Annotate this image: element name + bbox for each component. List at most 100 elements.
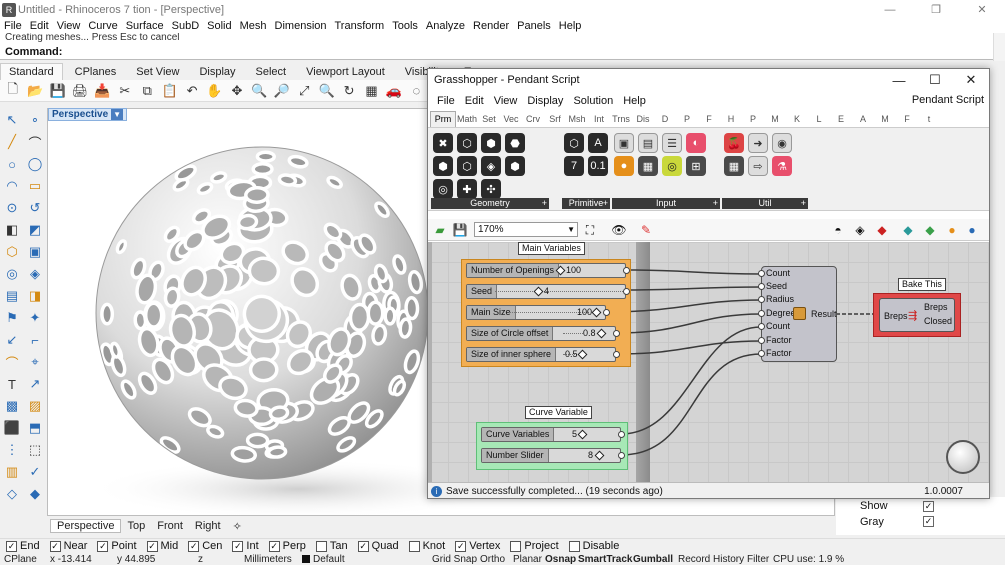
- osnap-near[interactable]: ✓ Near: [49, 540, 87, 552]
- osnap-checkbox[interactable]: ✓: [188, 540, 200, 552]
- component-icon[interactable]: ✣: [481, 179, 501, 199]
- menu-view[interactable]: View: [53, 20, 85, 32]
- left-tool-icon[interactable]: ⌒: [2, 352, 22, 372]
- left-tool-icon[interactable]: ⊙: [2, 198, 22, 218]
- left-tool-icon[interactable]: ⋮: [2, 440, 22, 460]
- input-pin[interactable]: [758, 323, 765, 330]
- menu-analyze[interactable]: Analyze: [422, 20, 469, 32]
- osnap-disable[interactable]: Disable: [568, 540, 619, 552]
- component-icon[interactable]: ◐: [686, 133, 706, 153]
- left-tool-icon[interactable]: ▨: [25, 396, 45, 416]
- script-component[interactable]: Count Seed Radius Degree Count Factor Fa…: [758, 266, 837, 362]
- gh-minimize-button[interactable]: —: [881, 69, 917, 91]
- left-tool-icon[interactable]: ⌐: [25, 330, 45, 350]
- left-tool-icon[interactable]: ⌒: [25, 132, 45, 152]
- gh-ribbon-tab[interactable]: Vec: [500, 114, 522, 124]
- toolbar-tab-viewport-layout[interactable]: Viewport Layout: [298, 64, 393, 80]
- left-tool-icon[interactable]: ▣: [25, 242, 45, 262]
- gh-ribbon-tab[interactable]: Prm: [430, 111, 456, 127]
- left-tool-icon[interactable]: ⌖: [25, 352, 45, 372]
- osnap-checkbox[interactable]: ✓: [232, 540, 244, 552]
- open-file-icon[interactable]: ▰: [432, 222, 448, 238]
- menu-curve[interactable]: Curve: [84, 20, 121, 32]
- menu-dimension[interactable]: Dimension: [271, 20, 331, 32]
- toolbar-tab-cplanes[interactable]: CPlanes: [67, 64, 125, 80]
- menu-tools[interactable]: Tools: [388, 20, 422, 32]
- preview-eye-icon[interactable]: 👁: [611, 222, 627, 238]
- status-ortho[interactable]: Ortho: [480, 554, 505, 565]
- viewport-tab-0[interactable]: Perspective: [50, 519, 122, 533]
- left-tool-icon[interactable]: ○: [2, 154, 22, 174]
- left-tool-icon[interactable]: ◎: [2, 264, 22, 284]
- slider-number-slider[interactable]: Number Slider 8: [481, 448, 625, 463]
- viewport-tab-4[interactable]: ✧: [227, 520, 248, 533]
- gh-ribbon-tab[interactable]: D: [654, 114, 676, 124]
- preview-shaded-icon[interactable]: ◈: [852, 222, 868, 238]
- toolbar-icon[interactable]: 📥: [94, 82, 111, 100]
- status-planar[interactable]: Planar: [513, 554, 542, 565]
- component-icon[interactable]: 🍒: [724, 133, 744, 153]
- component-icon[interactable]: ⬡: [457, 156, 477, 176]
- component-icon[interactable]: ◉: [772, 133, 792, 153]
- left-tool-icon[interactable]: ▩: [2, 396, 22, 416]
- left-tool-icon[interactable]: ▭: [25, 176, 45, 196]
- toolbar-icon[interactable]: ⧉: [139, 82, 156, 100]
- osnap-quad[interactable]: ✓ Quad: [357, 540, 399, 552]
- viewport-menu-arrow-icon[interactable]: ▼: [111, 109, 124, 120]
- toolbar-tab-select[interactable]: Select: [248, 64, 295, 80]
- status-filter[interactable]: Filter: [747, 554, 769, 565]
- left-tool-icon[interactable]: ↺: [25, 198, 45, 218]
- osnap-cen[interactable]: ✓ Cen: [188, 540, 222, 552]
- gh-menu-edit[interactable]: Edit: [460, 95, 489, 107]
- toolbar-icon[interactable]: ↶: [183, 82, 200, 100]
- component-icon[interactable]: ◎: [433, 179, 453, 199]
- slider-main-size[interactable]: Main Size 100: [466, 305, 610, 320]
- input-pin[interactable]: [758, 337, 765, 344]
- toolbar-tab-set-view[interactable]: Set View: [128, 64, 187, 80]
- left-tool-icon[interactable]: ↙: [2, 330, 22, 350]
- left-tool-icon[interactable]: ◩: [25, 220, 45, 240]
- toolbar-icon[interactable]: 📋: [161, 82, 178, 100]
- toolbar-tab-standard[interactable]: Standard: [0, 63, 63, 80]
- gh-menu-file[interactable]: File: [432, 95, 460, 107]
- zoom-dropdown[interactable]: 170% ▼: [474, 222, 578, 237]
- toolbar-icon[interactable]: ✋: [206, 82, 223, 100]
- status-grid-snap[interactable]: Grid Snap: [432, 554, 477, 565]
- gh-ribbon-tab[interactable]: P: [742, 114, 764, 124]
- viewport-tab-1[interactable]: Top: [121, 520, 151, 532]
- component-icon[interactable]: ▦: [638, 156, 658, 176]
- left-tool-icon[interactable]: ↗: [25, 374, 45, 394]
- left-tool-icon[interactable]: ╱: [2, 132, 22, 152]
- gh-close-button[interactable]: ✕: [953, 69, 989, 91]
- osnap-checkbox[interactable]: ✓: [455, 540, 467, 552]
- rhino-close-button[interactable]: ✕: [959, 0, 1005, 19]
- rhino-minimize-button[interactable]: —: [867, 0, 913, 19]
- left-tool-icon[interactable]: ◆: [25, 484, 45, 504]
- gh-ribbon-tab[interactable]: Math: [456, 114, 478, 124]
- osnap-checkbox[interactable]: [408, 540, 420, 552]
- gh-menu-view[interactable]: View: [489, 95, 523, 107]
- left-tool-icon[interactable]: T: [2, 374, 22, 394]
- gh-ribbon-tab[interactable]: Dis: [632, 114, 654, 124]
- osnap-checkbox[interactable]: ✓: [49, 540, 61, 552]
- navigation-compass-icon[interactable]: [946, 440, 980, 474]
- toolbar-icon[interactable]: ✂: [116, 82, 133, 100]
- status-layer[interactable]: Default: [313, 554, 345, 565]
- left-tool-icon[interactable]: ◠: [2, 176, 22, 196]
- display-sphere-icon[interactable]: ●: [964, 222, 980, 238]
- gh-ribbon-tab[interactable]: Trns: [610, 114, 632, 124]
- toolbar-icon[interactable]: ▦: [363, 82, 380, 100]
- output-port[interactable]: [623, 267, 630, 274]
- gh-maximize-button[interactable]: ☐: [917, 69, 953, 91]
- expand-icon[interactable]: +: [713, 198, 718, 209]
- component-icon[interactable]: ⬡: [564, 133, 584, 153]
- toolbar-icon[interactable]: 📂: [26, 82, 43, 100]
- toolbar-icon[interactable]: 🚗: [385, 82, 402, 100]
- gh-ribbon-tab[interactable]: E: [830, 114, 852, 124]
- component-icon[interactable]: ⬢: [481, 133, 501, 153]
- left-tool-icon[interactable]: ✦: [25, 308, 45, 328]
- component-icon[interactable]: ☰: [662, 133, 682, 153]
- gh-ribbon-tab[interactable]: t: [918, 114, 940, 124]
- component-icon[interactable]: ▤: [638, 133, 658, 153]
- component-icon[interactable]: ➜: [748, 133, 768, 153]
